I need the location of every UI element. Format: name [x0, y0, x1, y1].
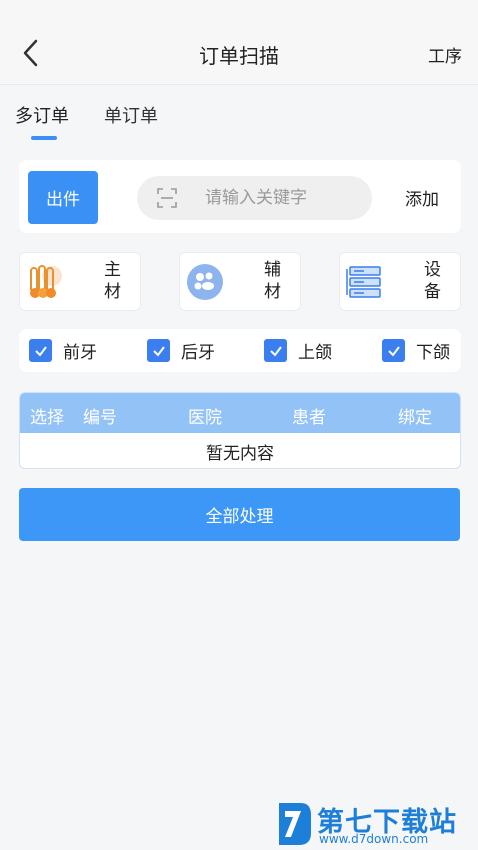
empty-state-text: 暂无内容 — [206, 444, 274, 464]
check-icon — [152, 345, 165, 357]
nav-bar: 订单扫描 工序 — [0, 0, 478, 85]
check-icon — [269, 345, 282, 357]
checkbox-box[interactable] — [147, 339, 170, 362]
lower-jaw-checkbox[interactable]: 下颌 — [382, 338, 450, 363]
watermark-logo-icon — [279, 803, 311, 845]
column-header-binding: 绑定 — [398, 408, 432, 428]
table-header: 选择 编号 医院 患者 绑定 — [20, 393, 460, 433]
checkbox-box[interactable] — [29, 339, 52, 362]
tab-multi-order[interactable]: 多订单 — [15, 102, 69, 128]
search-box[interactable] — [137, 176, 372, 220]
device-button[interactable]: 设备 — [339, 252, 461, 311]
back-teeth-checkbox[interactable]: 后牙 — [147, 338, 215, 363]
main-material-button[interactable]: 主材 — [19, 252, 141, 311]
tab-single-order[interactable]: 单订单 — [104, 102, 158, 128]
out-button[interactable]: 出件 — [28, 171, 98, 224]
order-tabs: 多订单 单订单 — [0, 96, 478, 144]
check-icon — [34, 345, 47, 357]
tooth-filter-card: 前牙 后牙 上颌 下颌 — [19, 329, 461, 372]
auxiliary-material-button[interactable]: 辅材 — [179, 252, 301, 311]
checkbox-label: 后牙 — [181, 343, 215, 363]
checkbox-label: 下颌 — [416, 343, 450, 363]
checkbox-label: 前牙 — [63, 343, 97, 363]
process-all-button[interactable]: 全部处理 — [19, 488, 460, 541]
auxiliary-material-icon — [187, 264, 223, 300]
checkbox-box[interactable] — [382, 339, 405, 362]
upper-jaw-checkbox[interactable]: 上颌 — [264, 338, 332, 363]
add-button[interactable]: 添加 — [405, 185, 439, 210]
main-material-label: 主材 — [104, 260, 121, 302]
device-icon — [346, 266, 381, 298]
page-title: 订单扫描 — [199, 44, 279, 68]
tab-active-indicator — [31, 136, 57, 140]
checkbox-box[interactable] — [264, 339, 287, 362]
scan-icon[interactable] — [157, 188, 177, 208]
column-header-patient: 患者 — [292, 408, 326, 428]
column-header-hospital: 医院 — [188, 408, 222, 428]
column-header-number: 编号 — [83, 408, 117, 428]
search-input[interactable] — [205, 176, 355, 220]
device-label: 设备 — [424, 260, 441, 302]
order-table: 选择 编号 医院 患者 绑定 暂无内容 — [19, 392, 461, 469]
search-card: 出件 添加 — [19, 160, 461, 233]
watermark-url: www.d7down.com — [319, 832, 429, 846]
process-step-button[interactable]: 工序 — [428, 42, 462, 67]
checkbox-label: 上颌 — [298, 343, 332, 363]
front-teeth-checkbox[interactable]: 前牙 — [29, 338, 97, 363]
check-icon — [387, 345, 400, 357]
auxiliary-material-label: 辅材 — [264, 260, 281, 302]
column-header-select: 选择 — [30, 408, 64, 428]
main-material-icon — [30, 265, 62, 298]
watermark: 第七下载站 www.d7down.com — [275, 798, 470, 850]
